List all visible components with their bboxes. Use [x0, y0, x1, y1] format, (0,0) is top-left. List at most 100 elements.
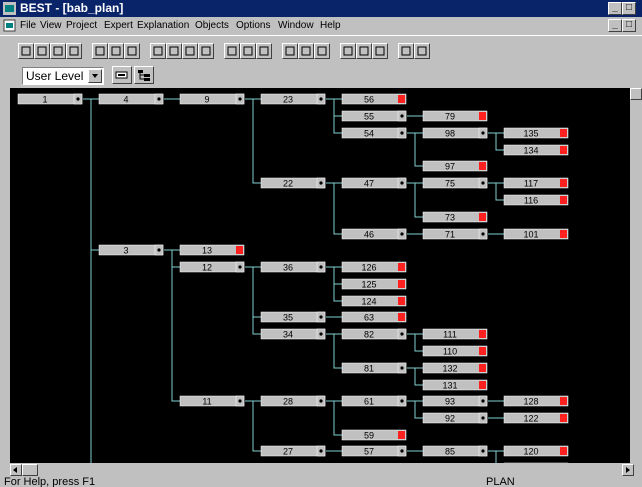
node-61[interactable]: 61 — [341, 395, 407, 407]
node-73[interactable]: 73 — [422, 211, 488, 223]
node-134[interactable]: 134 — [503, 144, 569, 156]
node-icon-4[interactable] — [198, 43, 214, 59]
child-minimize-button[interactable]: _ — [608, 19, 622, 32]
scroll-right-button[interactable] — [622, 464, 634, 476]
node-35[interactable]: 35 — [260, 311, 326, 323]
node-63[interactable]: 63 — [341, 311, 407, 323]
node-label: 134 — [523, 146, 538, 156]
help-icon[interactable] — [398, 43, 414, 59]
node-36[interactable]: 36 — [260, 261, 326, 273]
menu-help[interactable]: Help — [320, 20, 341, 31]
node-126[interactable]: 126 — [341, 261, 407, 273]
node-85[interactable]: 85 — [422, 445, 488, 457]
print-icon[interactable] — [66, 43, 82, 59]
node-12[interactable]: 12 — [179, 261, 245, 273]
node-75[interactable]: 75 — [422, 177, 488, 189]
node-59[interactable]: 59 — [341, 429, 407, 441]
cut-icon[interactable] — [92, 43, 108, 59]
node-131[interactable]: 131 — [422, 379, 488, 391]
context-help-icon[interactable] — [414, 43, 430, 59]
node-97[interactable]: 97 — [422, 160, 488, 172]
new-icon[interactable] — [18, 43, 34, 59]
node-101[interactable]: 101 — [503, 228, 569, 240]
node-22[interactable]: 22 — [260, 177, 326, 189]
node-1[interactable]: 1 — [17, 93, 83, 105]
vertical-scrollbar[interactable] — [630, 88, 642, 463]
menu-file[interactable]: File — [20, 20, 36, 31]
node-label: 135 — [523, 129, 538, 139]
node-27[interactable]: 27 — [260, 445, 326, 457]
menu-objects[interactable]: Objects — [195, 20, 229, 31]
document-icon[interactable] — [3, 19, 16, 32]
paste-icon[interactable] — [124, 43, 140, 59]
node-34[interactable]: 34 — [260, 328, 326, 340]
node-132[interactable]: 132 — [422, 362, 488, 374]
plan-tree-canvas[interactable]: 1 4 9 23 56 55 79 54 98 135 134 97 22 47 75 117 116 73 46 7… — [10, 88, 630, 463]
node-128[interactable]: 128 — [503, 395, 569, 407]
edit-icon[interactable] — [282, 43, 298, 59]
node-122[interactable]: 122 — [503, 412, 569, 424]
node-135[interactable]: 135 — [503, 127, 569, 139]
node-125[interactable]: 125 — [341, 278, 407, 290]
node-55[interactable]: 55 — [341, 110, 407, 122]
node-9[interactable]: 9 — [179, 93, 245, 105]
node-11[interactable]: 11 — [179, 395, 245, 407]
node-47[interactable]: 47 — [341, 177, 407, 189]
tree-view-icon[interactable] — [134, 66, 154, 84]
node-111[interactable]: 111 — [422, 328, 488, 340]
stop-icon[interactable] — [256, 43, 272, 59]
dropdown-arrow-icon[interactable] — [88, 69, 102, 83]
node-79[interactable]: 79 — [422, 110, 488, 122]
save-icon[interactable] — [50, 43, 66, 59]
node-110[interactable]: 110 — [422, 345, 488, 357]
node-54[interactable]: 54 — [341, 127, 407, 139]
node-46[interactable]: 46 — [341, 228, 407, 240]
node-81[interactable]: 81 — [341, 362, 407, 374]
scroll-up-button[interactable] — [630, 88, 642, 100]
child-maximize-button[interactable]: □ — [622, 19, 636, 32]
node-icon-1[interactable] — [150, 43, 166, 59]
node-120[interactable]: 120 — [503, 445, 569, 457]
scroll-left-button[interactable] — [10, 464, 22, 476]
node-93[interactable]: 93 — [422, 395, 488, 407]
tree-icon[interactable] — [340, 43, 356, 59]
open-icon[interactable] — [34, 43, 50, 59]
node-3[interactable]: 3 — [98, 244, 164, 256]
node-4[interactable]: 4 — [98, 93, 164, 105]
node-label: 46 — [364, 230, 374, 240]
node-117[interactable]: 117 — [503, 177, 569, 189]
unlink-icon[interactable] — [314, 43, 330, 59]
view-mode-icon[interactable] — [112, 66, 132, 84]
node-92[interactable]: 92 — [422, 412, 488, 424]
window-title: BEST - [bab_plan] — [20, 1, 124, 15]
node-116[interactable]: 116 — [503, 194, 569, 206]
run-icon[interactable] — [224, 43, 240, 59]
node-71[interactable]: 71 — [422, 228, 488, 240]
node-13[interactable]: 13 — [179, 244, 245, 256]
list-icon[interactable] — [356, 43, 372, 59]
menu-window[interactable]: Window — [278, 20, 314, 31]
menu-options[interactable]: Options — [236, 20, 270, 31]
node-82[interactable]: 82 — [341, 328, 407, 340]
node-icon-3[interactable] — [182, 43, 198, 59]
node-98[interactable]: 98 — [422, 127, 488, 139]
menu-project[interactable]: Project — [66, 20, 97, 31]
node-124[interactable]: 124 — [341, 295, 407, 307]
minimize-button[interactable]: _ — [608, 2, 622, 15]
menu-view[interactable]: View — [40, 20, 62, 31]
node-23[interactable]: 23 — [260, 93, 326, 105]
link-icon[interactable] — [298, 43, 314, 59]
horizontal-scrollbar[interactable] — [10, 463, 642, 477]
copy-icon[interactable] — [108, 43, 124, 59]
menu-expert[interactable]: Expert — [104, 20, 133, 31]
step-icon[interactable] — [240, 43, 256, 59]
scroll-thumb[interactable] — [22, 464, 38, 476]
node-icon-2[interactable] — [166, 43, 182, 59]
user-level-select[interactable]: User Level — [22, 67, 104, 85]
layout-icon[interactable] — [372, 43, 388, 59]
menu-explanation[interactable]: Explanation — [137, 20, 189, 31]
node-57[interactable]: 57 — [341, 445, 407, 457]
node-28[interactable]: 28 — [260, 395, 326, 407]
node-56[interactable]: 56 — [341, 93, 407, 105]
maximize-button[interactable]: □ — [622, 2, 636, 15]
